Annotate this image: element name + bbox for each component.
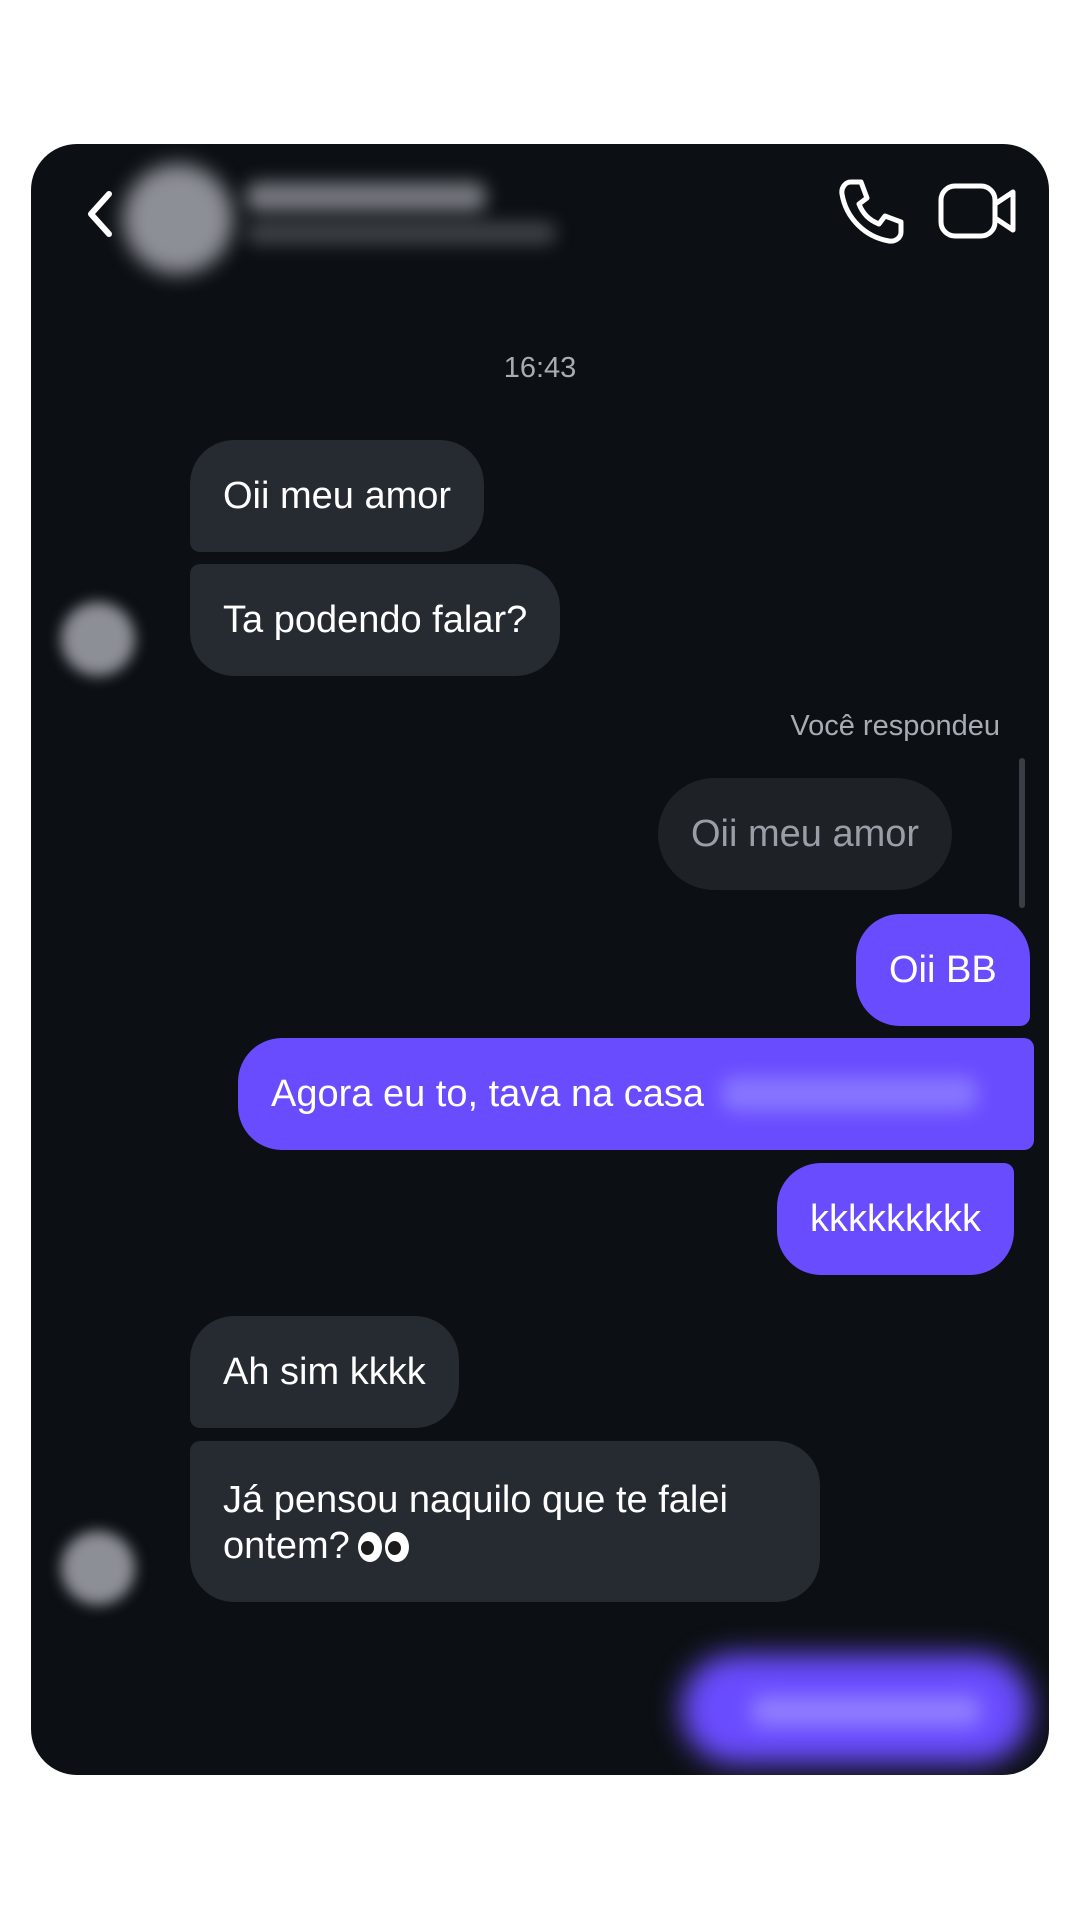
message-text: Ah sim kkkk — [223, 1351, 426, 1393]
message-text: Agora eu to, tava na casa — [271, 1073, 705, 1115]
quoted-message[interactable]: Oii meu amor — [658, 778, 953, 890]
message-text: Já pensou naquilo que te falei ontem? — [223, 1478, 728, 1567]
redacted-text — [722, 1077, 978, 1111]
message-bubble-outgoing[interactable]: Agora eu to, tava na casa — [238, 1038, 1034, 1150]
chat-screen: 16:43 Oii meu amor Ta podendo falar? Voc… — [31, 144, 1049, 1775]
contact-status-redacted — [246, 222, 556, 244]
avatar[interactable] — [61, 602, 135, 676]
redacted-text — [751, 1696, 981, 1726]
message-text: Oii meu amor — [691, 813, 920, 855]
message-text: kkkkkkkkk — [810, 1198, 981, 1240]
scrollbar[interactable] — [1019, 758, 1025, 908]
back-icon[interactable] — [75, 184, 125, 244]
video-camera-icon[interactable] — [937, 176, 1019, 246]
message-bubble-incoming[interactable]: Oii meu amor — [190, 440, 485, 552]
message-text: Ta podendo falar? — [223, 599, 528, 641]
avatar[interactable] — [61, 1531, 135, 1605]
message-bubble-outgoing[interactable]: Oii BB — [856, 914, 1030, 1026]
message-text: Oii meu amor — [223, 475, 452, 517]
message-bubble-incoming[interactable]: Ta podendo falar? — [190, 564, 561, 676]
message-bubble-incoming[interactable]: Já pensou naquilo que te falei ontem? — [190, 1441, 820, 1602]
message-text: Oii BB — [889, 949, 997, 991]
reply-label: Você respondeu — [790, 710, 1000, 742]
avatar[interactable] — [123, 164, 233, 274]
eyes-icon — [357, 1532, 409, 1563]
contact-name-redacted[interactable] — [246, 182, 486, 212]
message-timestamp: 16:43 — [503, 352, 577, 384]
message-bubble-incoming[interactable]: Ah sim kkkk — [190, 1316, 459, 1428]
phone-icon[interactable] — [831, 172, 911, 252]
message-bubble-outgoing[interactable]: kkkkkkkkk — [777, 1163, 1014, 1275]
